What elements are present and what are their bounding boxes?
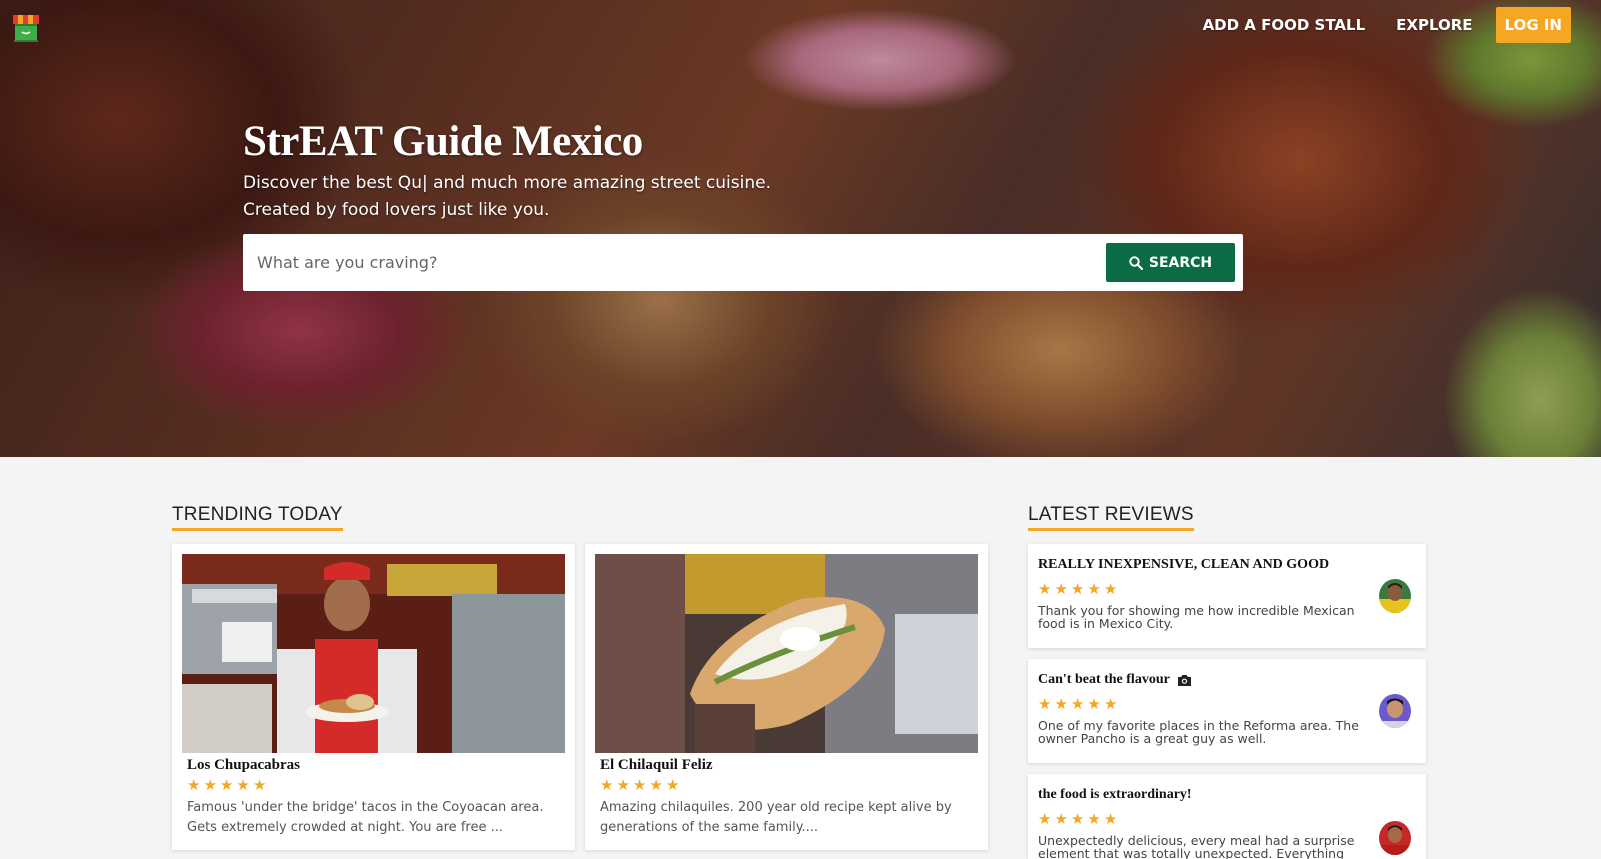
rating-stars: ★ ★ ★ ★ ★ [1038, 812, 1117, 828]
hero-text: StrEAT Guide Mexico Discover the best Qu… [243, 117, 771, 224]
rating-stars: ★ ★ ★ ★ ★ [187, 778, 266, 794]
hero-subtitle-line2: Created by food lovers just like you. [243, 200, 550, 220]
top-nav: ADD A FOOD STALL EXPLORE LOG IN [1172, 0, 1571, 50]
star-icon: ★ [665, 777, 680, 794]
stall-image[interactable] [182, 554, 565, 753]
login-button[interactable]: LOG IN [1495, 7, 1571, 43]
search-bar: SEARCH [243, 234, 1243, 291]
search-button-label: SEARCH [1148, 254, 1213, 271]
stall-name[interactable]: El Chilaquil Feliz [600, 757, 713, 774]
review-text: Thank you for showing me how incredible … [1038, 603, 1355, 631]
star-icon: ★ [219, 777, 234, 794]
latest-reviews-title: LATEST REVIEWS [1028, 504, 1194, 531]
star-icon: ★ [1054, 581, 1068, 598]
stall-description: Famous 'under the bridge' tacos in the C… [187, 800, 544, 835]
star-icon: ★ [1070, 696, 1085, 713]
review-title-text: Can't beat the flavour [1038, 672, 1170, 687]
star-icon: ★ [1070, 581, 1085, 598]
stall-image[interactable] [595, 554, 978, 753]
stall-description: Amazing chilaquiles. 200 year old recipe… [600, 800, 952, 835]
add-food-stall-link[interactable]: ADD A FOOD STALL [1203, 16, 1366, 34]
star-icon: ★ [616, 777, 630, 794]
rating-stars: ★ ★ ★ ★ ★ [1038, 697, 1117, 713]
stall-name[interactable]: Los Chupacabras [187, 757, 300, 774]
star-icon: ★ [1087, 581, 1101, 598]
explore-link[interactable]: EXPLORE [1396, 16, 1472, 34]
star-icon: ★ [1087, 696, 1101, 713]
star-icon: ★ [632, 777, 647, 794]
star-icon: ★ [1038, 811, 1052, 828]
review-card[interactable]: the food is extraordinary! ★ ★ ★ ★ ★ Unexpec… [1028, 774, 1426, 859]
star-icon: ★ [1103, 581, 1118, 598]
avatar[interactable] [1379, 821, 1411, 855]
hero-banner [0, 0, 1601, 457]
logo-icon[interactable] [11, 11, 41, 43]
star-icon: ★ [1054, 696, 1068, 713]
star-icon: ★ [649, 777, 663, 794]
star-icon: ★ [1087, 811, 1101, 828]
star-icon: ★ [1103, 811, 1118, 828]
review-title[interactable]: the food is extraordinary! [1038, 787, 1192, 803]
rating-stars: ★ ★ ★ ★ ★ [1038, 582, 1117, 598]
star-icon: ★ [600, 777, 614, 794]
page-title: StrEAT Guide Mexico [243, 118, 643, 165]
review-card[interactable]: Can't beat the flavour ★ ★ ★ ★ ★ One of my f… [1028, 659, 1426, 763]
hero-subtitle-line1: Discover the best Qu| and much more amaz… [243, 173, 771, 193]
star-icon: ★ [203, 777, 217, 794]
star-icon: ★ [252, 777, 267, 794]
star-icon: ★ [236, 777, 250, 794]
avatar[interactable] [1379, 579, 1411, 613]
review-title-text: the food is extraordinary! [1038, 787, 1192, 802]
review-card[interactable]: REALLY INEXPENSIVE, CLEAN AND GOOD ★ ★ ★ ★ ★… [1028, 544, 1426, 648]
review-title[interactable]: Can't beat the flavour [1038, 672, 1192, 688]
search-button[interactable]: SEARCH [1106, 243, 1235, 282]
stall-card[interactable]: El Chilaquil Feliz ★ ★ ★ ★ ★ Amazing chilaqu… [585, 544, 988, 850]
rating-stars: ★ ★ ★ ★ ★ [600, 778, 679, 794]
search-input[interactable] [243, 234, 1083, 291]
avatar[interactable] [1379, 694, 1411, 728]
trending-title: TRENDING TODAY [172, 504, 343, 531]
stall-card[interactable]: Los Chupacabras ★ ★ ★ ★ ★ Famous 'under the … [172, 544, 575, 850]
star-icon: ★ [1103, 696, 1118, 713]
star-icon: ★ [1038, 581, 1052, 598]
search-icon [1129, 255, 1143, 270]
star-icon: ★ [1038, 696, 1052, 713]
review-title-text: REALLY INEXPENSIVE, CLEAN AND GOOD [1038, 557, 1330, 572]
review-text: Unexpectedly delicious, every meal had a… [1038, 833, 1355, 859]
review-title[interactable]: REALLY INEXPENSIVE, CLEAN AND GOOD [1038, 557, 1329, 573]
star-icon: ★ [187, 777, 201, 794]
star-icon: ★ [1070, 811, 1085, 828]
review-text: One of my favorite places in the Reforma… [1038, 718, 1359, 746]
star-icon: ★ [1054, 811, 1068, 828]
camera-icon [1177, 674, 1191, 686]
